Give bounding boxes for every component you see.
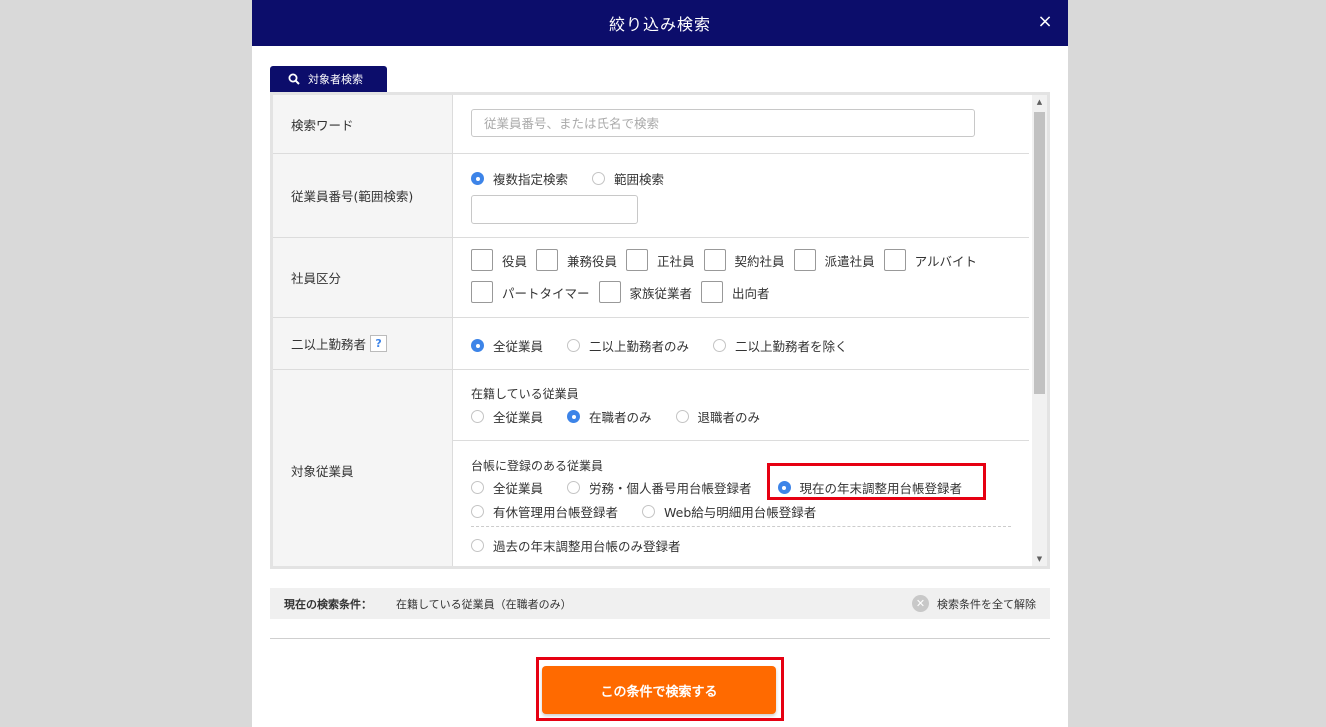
radio-ledger-year-end-current[interactable]: 現在の年末調整用台帳登録者 (777, 478, 962, 497)
clear-all-label: 検索条件を全て解除 (937, 597, 1036, 611)
radio-dot (713, 339, 727, 352)
scroll-down-arrow-icon[interactable]: ▼ (1032, 552, 1047, 566)
row-label: 検索ワード (273, 95, 453, 153)
checkbox-officer[interactable]: 役員 (471, 249, 527, 271)
radio-dot (567, 410, 581, 423)
ledger-title: 台帳に登録のある従業員 (471, 459, 604, 473)
search-icon (288, 73, 300, 85)
radio-dot (642, 505, 656, 518)
tab-label: 対象者検索 (308, 73, 363, 86)
keyword-search-input[interactable] (471, 109, 975, 137)
employee-number-input[interactable] (471, 195, 638, 224)
radio-ledger-web-payslip[interactable]: Web給与明細用台帳登録者 (642, 502, 816, 521)
search-with-conditions-button[interactable]: この条件で検索する (542, 666, 776, 714)
row-employee-type: 社員区分 役員 兼務役員 正社員 契約社員 派遣社員 アルバイト パートタイマー… (273, 238, 1029, 318)
vertical-scrollbar[interactable]: ▲ ▼ (1032, 95, 1047, 566)
filter-search-modal: 絞り込み検索 × 対象者検索 検索ワード 従業員番号(範囲検索) 複数指定検索 … (252, 0, 1068, 727)
section-divider (270, 638, 1050, 639)
current-conditions-bar: 現在の検索条件： 在籍している従業員（在職者のみ） ✕ 検索条件を全て解除 (270, 588, 1050, 619)
radio-multi-designate[interactable]: 複数指定検索 (471, 169, 568, 188)
tab-target-search[interactable]: 対象者検索 (270, 66, 387, 92)
radio-dot (777, 481, 791, 494)
radio-dot (471, 481, 484, 494)
enrolled-section: 在籍している従業員 全従業員 在職者のみ 退職者のみ (453, 370, 1029, 441)
dashed-divider (471, 526, 1011, 527)
clear-circle-icon: ✕ (912, 595, 929, 612)
radio-ledger-all[interactable]: 全従業員 (471, 478, 543, 497)
radio-dot (471, 539, 484, 552)
radio-enrolled-current[interactable]: 在職者のみ (567, 407, 652, 426)
radio-multi-office-only[interactable]: 二以上勤務者のみ (567, 336, 689, 355)
radio-enrolled-all[interactable]: 全従業員 (471, 407, 543, 426)
checkbox-family-worker[interactable]: 家族従業者 (598, 281, 692, 303)
radio-ledger-past-year-end[interactable]: 過去の年末調整用台帳のみ登録者 (471, 536, 681, 555)
radio-dot (567, 339, 581, 352)
clear-all-conditions-button[interactable]: ✕ 検索条件を全て解除 (912, 595, 1036, 612)
ledger-section: 台帳に登録のある従業員 全従業員 労務・個人番号用台帳登録者 現在の年末調整用台… (453, 441, 1029, 566)
row-label: 従業員番号(範囲検索) (273, 154, 453, 237)
row-label: 二以上勤務者 (291, 337, 367, 352)
checkbox-seconded[interactable]: 出向者 (701, 281, 770, 303)
radio-dot (675, 410, 689, 423)
row-keyword: 検索ワード (273, 95, 1029, 154)
checkbox-dispatched-employee[interactable]: 派遣社員 (793, 249, 875, 271)
row-label: 対象従業員 (273, 370, 453, 566)
radio-all-employees[interactable]: 全従業員 (471, 336, 543, 355)
radio-enrolled-retired[interactable]: 退職者のみ (675, 407, 760, 426)
radio-dot (471, 410, 484, 423)
radio-dot (471, 172, 484, 185)
scroll-up-arrow-icon[interactable]: ▲ (1032, 95, 1047, 109)
checkbox-regular-employee[interactable]: 正社員 (626, 249, 695, 271)
radio-range-search[interactable]: 範囲検索 (592, 169, 664, 188)
row-multi-office: 二以上勤務者 ? 全従業員 二以上勤務者のみ 二以上勤務者を除く (273, 318, 1029, 370)
checkbox-contract-employee[interactable]: 契約社員 (703, 249, 785, 271)
checkbox-part-time[interactable]: パートタイマー (471, 281, 590, 303)
radio-dot (592, 172, 606, 185)
modal-header: 絞り込み検索 × (252, 0, 1068, 46)
checkbox-part-timer[interactable]: アルバイト (883, 249, 977, 271)
conditions-label: 現在の検索条件： (284, 597, 372, 611)
radio-dot (567, 481, 581, 494)
search-form-panel: 検索ワード 従業員番号(範囲検索) 複数指定検索 範囲検索 社員区分 (270, 92, 1050, 569)
radio-ledger-paid-leave[interactable]: 有休管理用台帳登録者 (471, 502, 618, 521)
enrolled-title: 在籍している従業員 (471, 387, 579, 401)
radio-ledger-labor[interactable]: 労務・個人番号用台帳登録者 (567, 478, 752, 497)
scroll-thumb[interactable] (1034, 112, 1045, 394)
radio-exclude-multi-office[interactable]: 二以上勤務者を除く (713, 336, 848, 355)
close-icon[interactable]: × (1034, 11, 1056, 33)
help-icon[interactable]: ? (370, 335, 388, 352)
radio-dot (471, 505, 484, 518)
checkbox-concurrent-officer[interactable]: 兼務役員 (536, 249, 617, 271)
row-employee-number: 従業員番号(範囲検索) 複数指定検索 範囲検索 (273, 154, 1029, 238)
radio-dot (471, 339, 484, 352)
modal-title: 絞り込み検索 (608, 15, 711, 34)
row-label: 社員区分 (273, 238, 453, 317)
row-target-employees: 対象従業員 在籍している従業員 全従業員 在職者のみ 退職者のみ 台帳に登録のあ… (273, 370, 1029, 566)
conditions-text: 在籍している従業員（在職者のみ） (396, 597, 572, 611)
